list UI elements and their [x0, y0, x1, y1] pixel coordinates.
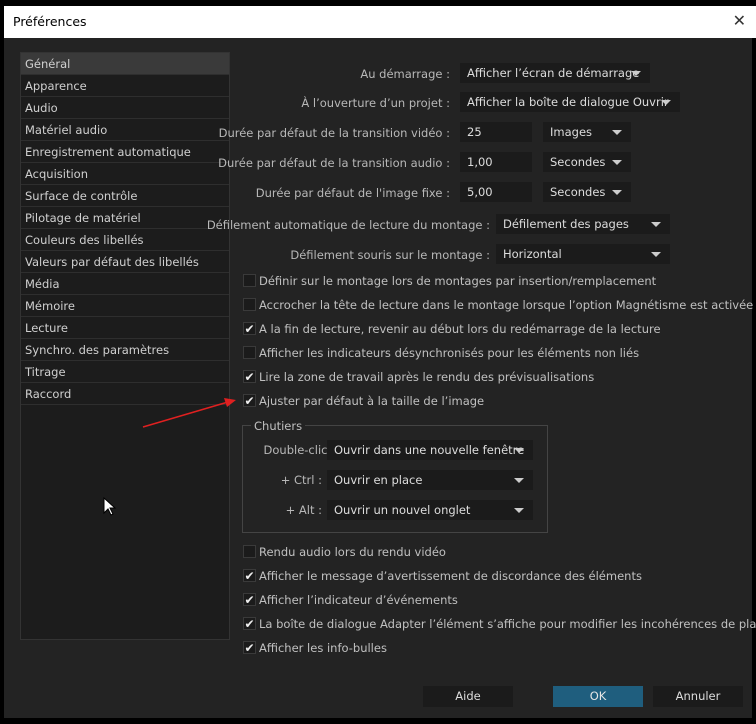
mouse-cursor-icon: [103, 497, 117, 516]
annotation-arrow-icon: [142, 398, 236, 428]
